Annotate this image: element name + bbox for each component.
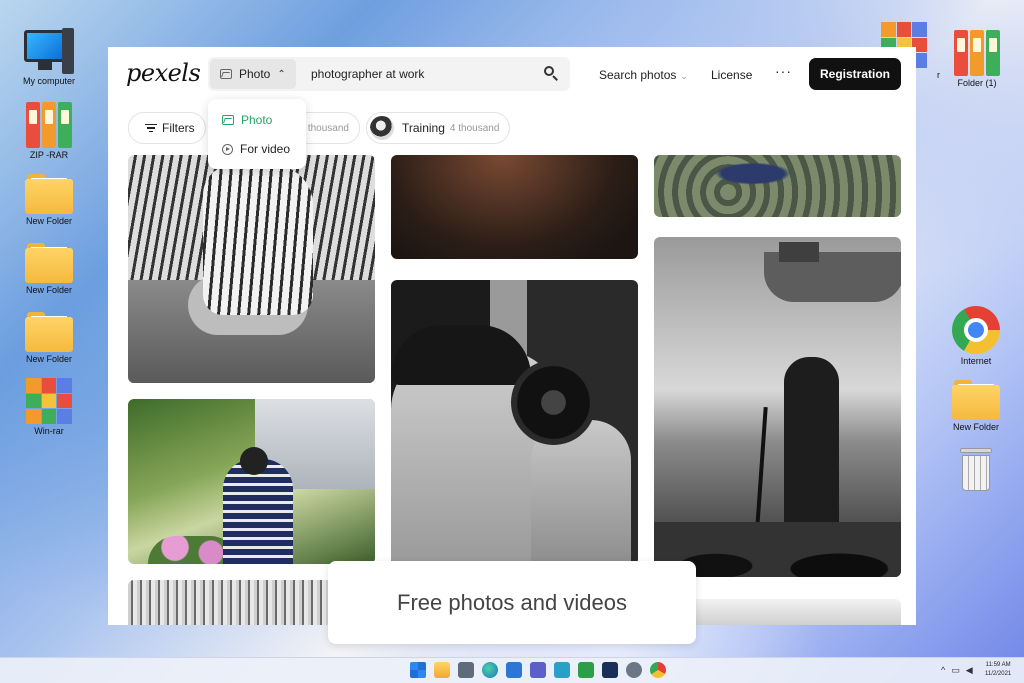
caption-banner: Free photos and videos <box>328 561 696 644</box>
media-type-label: Photo <box>239 67 271 81</box>
folder-icon <box>952 380 1000 420</box>
search-photos-label: Search photos <box>599 68 677 82</box>
search-photos-menu[interactable]: Search photos ⌄ <box>599 68 688 82</box>
app-icon[interactable] <box>602 662 618 678</box>
store-icon[interactable] <box>506 662 522 678</box>
desktop-icon-recycle-bin[interactable] <box>938 446 1014 492</box>
desktop-icon-label: New Folder <box>25 216 72 226</box>
photo-rocks-shore[interactable] <box>654 155 901 217</box>
photo-tripod-beach[interactable] <box>654 237 901 577</box>
edge-icon[interactable] <box>482 662 498 678</box>
dropdown-item-photo[interactable]: Photo <box>222 113 272 127</box>
desktop-icon-label: ZIP -RAR <box>29 150 69 160</box>
desktop-icon-label: Win-rar <box>34 426 64 436</box>
desktop-icon-new-folder-2[interactable]: New Folder <box>11 239 87 295</box>
folder-icon <box>25 312 73 352</box>
desktop-icon-label: New Folder <box>25 354 72 364</box>
photo-dark-portrait[interactable] <box>391 155 638 259</box>
clock-time: 11:59 AM <box>985 662 1011 668</box>
search-icon[interactable] <box>544 66 558 81</box>
chrome-taskbar-icon[interactable] <box>650 662 666 678</box>
taskbar-apps <box>410 662 666 678</box>
search-input[interactable]: photographer at work <box>311 67 424 81</box>
chip-count: thousand <box>307 122 349 134</box>
registration-button[interactable]: Registration <box>809 58 901 90</box>
chip-label: Training <box>402 121 445 135</box>
binders-icon <box>939 28 1015 76</box>
computer-icon <box>24 28 74 74</box>
more-options-icon[interactable]: ··· <box>775 63 792 79</box>
play-icon <box>222 143 233 155</box>
photo-photographer-garden[interactable] <box>128 399 375 564</box>
desktop-icon-label: New Folder <box>25 285 72 295</box>
desktop-icon-zip-rar[interactable]: ZIP -RAR <box>11 100 87 160</box>
desktop-icon-new-folder-1[interactable]: New Folder <box>11 170 87 226</box>
settings-icon[interactable] <box>626 662 642 678</box>
folder-icon <box>25 174 73 214</box>
camera-icon[interactable] <box>458 662 474 678</box>
filters-button[interactable]: Filters <box>128 112 206 144</box>
photo-cap-camera-closeup[interactable] <box>391 280 638 565</box>
search-bar[interactable]: Photo ⌃ photographer at work <box>208 57 570 91</box>
license-link[interactable]: License <box>711 68 752 82</box>
trash-icon <box>958 446 994 492</box>
desktop-icon-label: Folder (1) <box>957 78 997 88</box>
desktop-icon-label: My computer <box>22 76 75 86</box>
chevron-down-icon: ⌄ <box>680 71 688 81</box>
filter-icon <box>145 123 157 133</box>
pexels-logo[interactable]: pexels <box>126 59 201 87</box>
chip-thumbnail <box>370 116 394 140</box>
filters-label: Filters <box>162 121 195 135</box>
desktop-icon-new-folder-3[interactable]: New Folder <box>11 308 87 364</box>
image-icon <box>222 115 234 125</box>
desktop-icon-internet[interactable]: Internet <box>938 306 1014 366</box>
image-icon <box>220 69 232 79</box>
pexels-browser-window: pexels Photo ⌃ photographer at work Sear… <box>108 47 916 625</box>
system-tray: ^ ▭ ◀ <box>941 665 973 676</box>
media-type-dropdown: Photo For video <box>208 99 306 169</box>
file-explorer-icon[interactable] <box>434 662 450 678</box>
desktop-icon-folder-1[interactable]: Folder (1) <box>939 28 1015 88</box>
desktop-icon-new-folder-right[interactable]: New Folder <box>938 376 1014 432</box>
photo-crouching-photographer[interactable] <box>128 155 375 383</box>
dropdown-item-video[interactable]: For video <box>222 142 290 156</box>
desktop-icon-label: New Folder <box>952 422 999 432</box>
chevron-up-icon: ⌃ <box>277 68 286 80</box>
clock[interactable]: 11:59 AM 11/2/2021 <box>985 661 1011 679</box>
dropdown-item-label: For video <box>240 142 291 156</box>
taskbar: ^ ▭ ◀ 11:59 AM 11/2/2021 <box>0 657 1024 683</box>
top-navbar: pexels Photo ⌃ photographer at work Sear… <box>108 47 916 103</box>
xbox-icon[interactable] <box>578 662 594 678</box>
desktop-icon-win-rar[interactable]: Win-rar <box>11 378 87 436</box>
photos-icon[interactable] <box>554 662 570 678</box>
windows-start-icon[interactable] <box>410 662 426 678</box>
chrome-icon <box>952 306 1000 354</box>
teams-icon[interactable] <box>530 662 546 678</box>
dropdown-item-label: Photo <box>241 113 273 127</box>
folder-icon <box>25 243 73 283</box>
binders-icon <box>11 100 87 148</box>
chip-count: 4 thousand <box>449 122 500 134</box>
related-chip-training[interactable]: Training 4 thousand <box>366 112 510 144</box>
desktop-icon-my-computer[interactable]: My computer <box>11 28 87 86</box>
network-icon[interactable]: ▭ <box>951 665 960 676</box>
tray-chevron-icon[interactable]: ^ <box>941 665 945 676</box>
volume-icon[interactable]: ◀ <box>966 665 973 676</box>
clock-date: 11/2/2021 <box>985 671 1012 677</box>
media-type-selector[interactable]: Photo ⌃ <box>210 59 296 89</box>
winrar-icon <box>26 378 72 424</box>
desktop-icon-label: Internet <box>960 356 992 366</box>
